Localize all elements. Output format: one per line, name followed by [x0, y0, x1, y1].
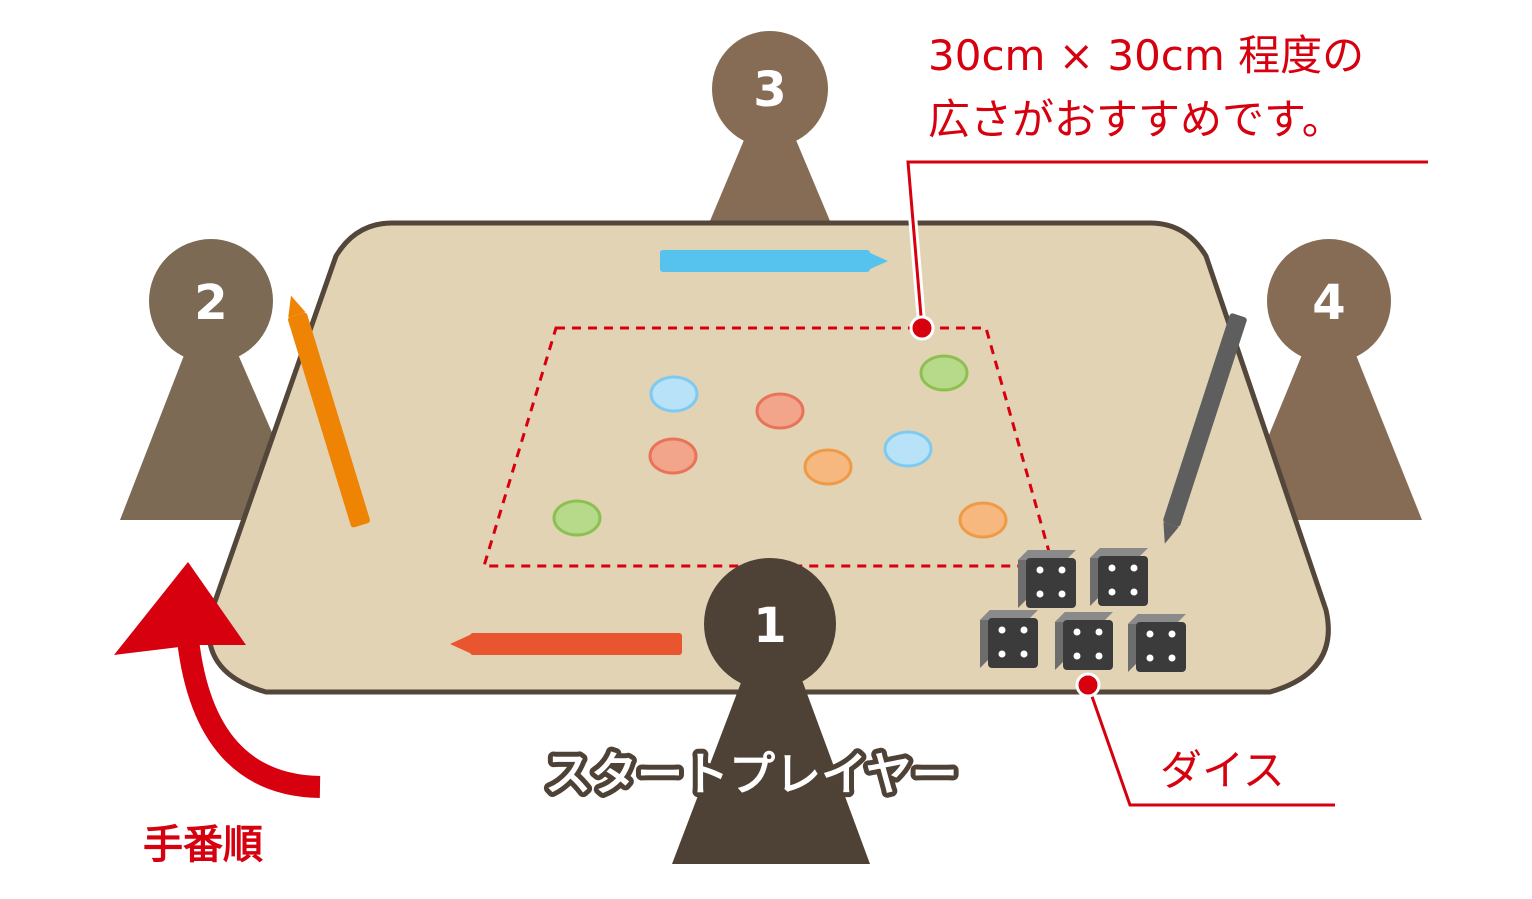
blue-marker	[660, 250, 888, 272]
die	[1055, 612, 1113, 670]
die	[980, 610, 1038, 668]
die	[1128, 614, 1186, 672]
chip-blue	[883, 430, 933, 468]
player-3-pawn: 3	[702, 31, 838, 240]
chip-salmon	[755, 392, 805, 430]
red-marker	[450, 633, 682, 655]
player-1-number: 1	[753, 598, 786, 654]
dice-callout-dot	[1075, 672, 1101, 698]
player-2-number: 2	[194, 275, 227, 331]
player-3-number: 3	[753, 62, 786, 118]
chip-green	[919, 354, 969, 392]
start-player-label: スタートプレイヤー	[545, 747, 958, 801]
game-setup-diagram: 3 2 4 1 スタートプレイヤー 手番順 30cm × 30cm 程度の 広さ…	[114, 31, 1428, 868]
chip-green	[552, 499, 602, 537]
chip-salmon	[648, 437, 698, 475]
area-callout-dot	[909, 315, 935, 341]
area-note-line2: 広さがおすすめです。	[928, 95, 1344, 144]
die	[1018, 550, 1076, 608]
chip-blue	[649, 375, 699, 413]
chip-orange	[803, 448, 853, 486]
die	[1090, 548, 1148, 606]
area-note-line1: 30cm × 30cm 程度の	[928, 31, 1364, 80]
dice-label: ダイス	[1160, 746, 1285, 795]
player-4-number: 4	[1312, 275, 1345, 331]
turn-order-label: 手番順	[143, 822, 263, 868]
chip-orange	[958, 501, 1008, 539]
